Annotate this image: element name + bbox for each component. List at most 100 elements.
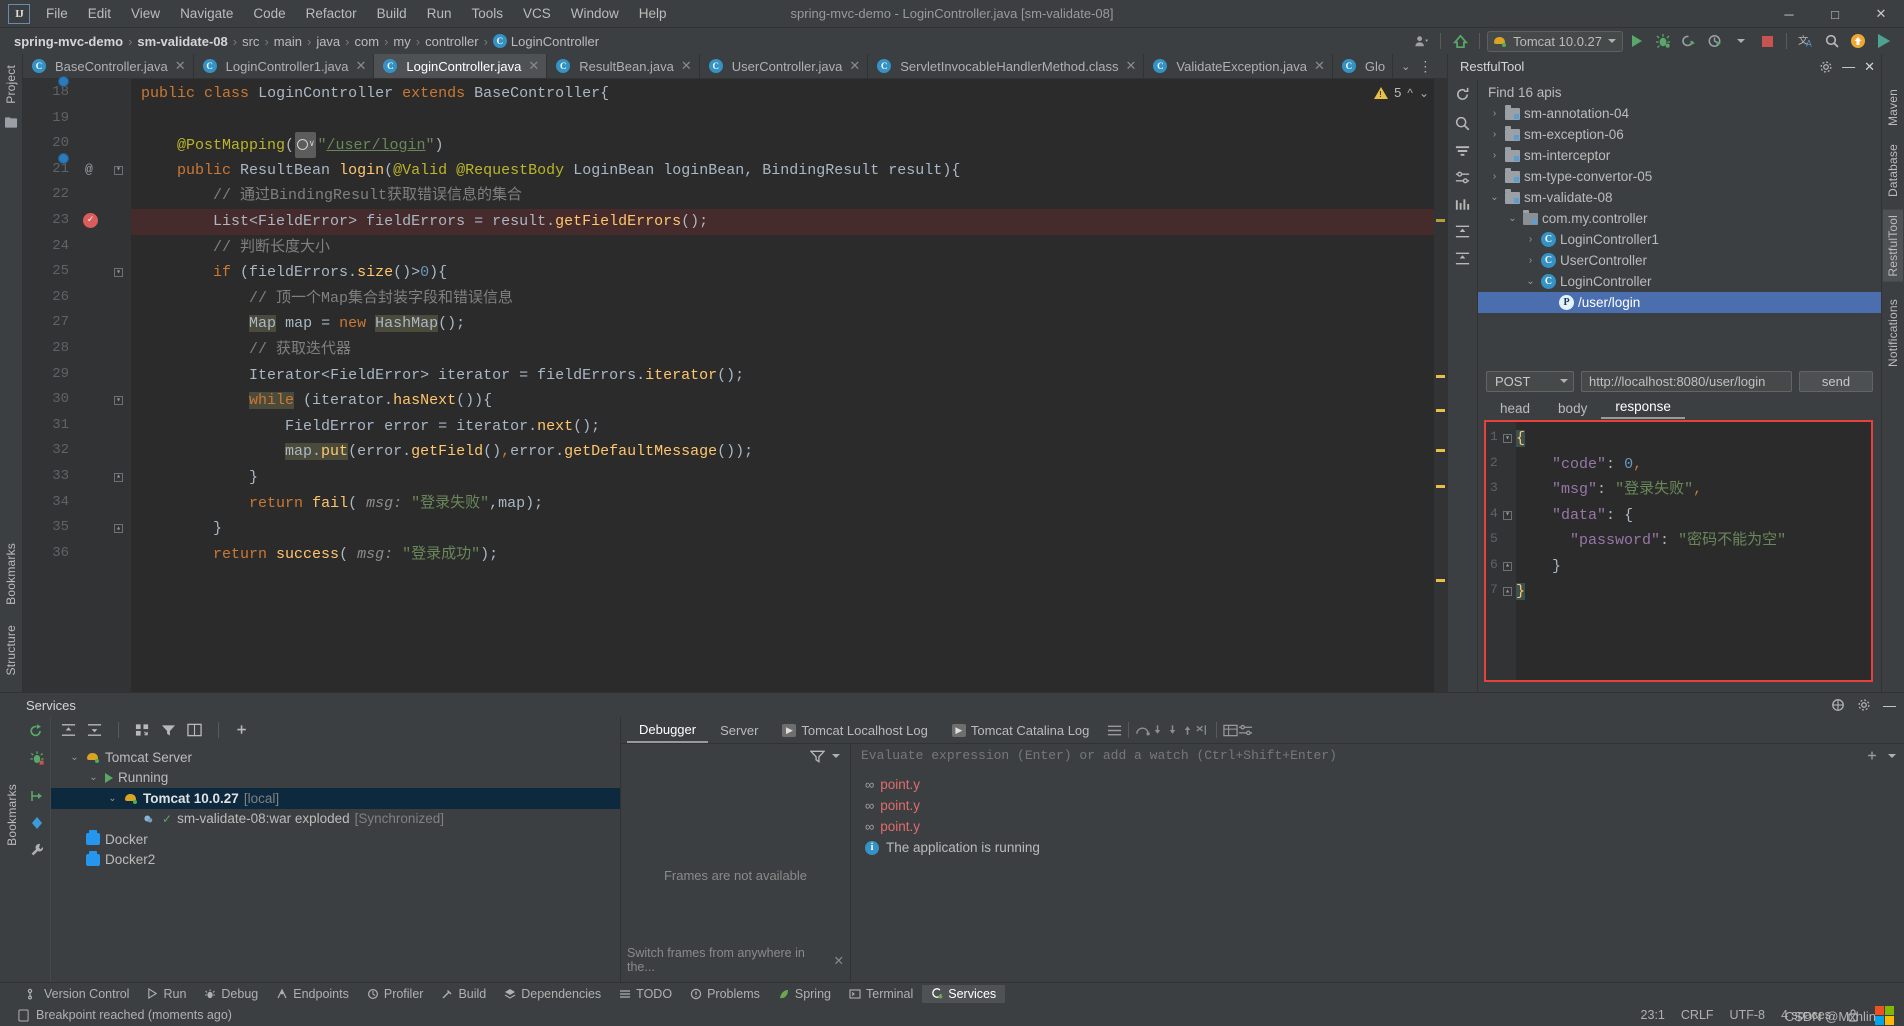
- toolwindow-terminal[interactable]: Terminal: [840, 985, 922, 1003]
- gutter-line[interactable]: 19: [23, 107, 131, 133]
- tab-response[interactable]: response: [1601, 397, 1685, 419]
- service-tree-row[interactable]: Docker2: [51, 850, 620, 871]
- response-json-line[interactable]: {: [1516, 426, 1871, 452]
- stripe-warning[interactable]: [1436, 375, 1445, 378]
- gutter-line[interactable]: 20: [23, 132, 131, 158]
- tree-expand-arrow[interactable]: ›: [1488, 108, 1501, 119]
- menu-lines-icon[interactable]: [1107, 724, 1122, 737]
- code-line[interactable]: return success( msg: "登录成功");: [131, 542, 1447, 568]
- gear-icon[interactable]: [1857, 698, 1871, 712]
- gutter-line[interactable]: 33 ▴: [23, 465, 131, 491]
- expand-all-icon[interactable]: [1454, 224, 1471, 239]
- fold-handle-icon[interactable]: ▴: [114, 472, 123, 482]
- code-line[interactable]: Iterator<FieldError> iterator = fieldErr…: [131, 363, 1447, 389]
- close-icon[interactable]: ✕: [175, 58, 186, 74]
- sidebar-item-notifications[interactable]: Notifications: [1883, 294, 1903, 372]
- project-folder-icon[interactable]: [4, 117, 18, 129]
- search-everywhere-icon[interactable]: [1820, 30, 1844, 52]
- response-json-line[interactable]: "msg": "登录失败",: [1516, 477, 1871, 503]
- toolwindow-todo[interactable]: TODO: [610, 985, 681, 1003]
- code-line[interactable]: public ResultBean login(@Valid @RequestB…: [131, 158, 1447, 184]
- code-line[interactable]: FieldError error = iterator.next();: [131, 414, 1447, 440]
- tree-expand-arrow[interactable]: ›: [1524, 255, 1537, 266]
- code-line[interactable]: // 判断长度大小: [131, 235, 1447, 261]
- tab-tomcat-localhost-log[interactable]: ▶ Tomcat Localhost Log: [770, 719, 939, 742]
- gutter-line[interactable]: 31: [23, 414, 131, 440]
- breadcrumb-item-java[interactable]: java: [312, 34, 344, 49]
- menu-file[interactable]: File: [36, 3, 78, 24]
- stripe-warning[interactable]: [1436, 449, 1445, 452]
- api-tree-row[interactable]: › sm-type-convertor-05: [1478, 166, 1881, 187]
- force-step-into-icon[interactable]: [1165, 724, 1180, 737]
- gutter-line[interactable]: 29: [23, 363, 131, 389]
- gutter-line[interactable]: 26: [23, 286, 131, 312]
- filter-icon[interactable]: [1454, 144, 1471, 158]
- service-tree-row[interactable]: ⌄ Tomcat Server: [51, 747, 620, 768]
- code-line[interactable]: @PostMapping(∨ "/user/login"): [131, 132, 1447, 158]
- response-json-line[interactable]: }: [1516, 554, 1871, 580]
- show-options-icon[interactable]: [187, 723, 202, 737]
- gutter-line[interactable]: 25 ▾: [23, 260, 131, 286]
- send-button[interactable]: send: [1799, 370, 1873, 392]
- annotation-marker-icon[interactable]: @: [85, 162, 93, 177]
- close-button[interactable]: ✕: [1858, 0, 1904, 28]
- service-tree-row[interactable]: ✓ sm-validate-08:war exploded [Synchronize…: [51, 809, 620, 830]
- gutter-line[interactable]: 23 ✓: [23, 209, 131, 235]
- stripe-warning[interactable]: [1436, 579, 1445, 582]
- code-line[interactable]: // 顶一个Map集合封装字段和错误信息: [131, 286, 1447, 312]
- tree-expand-arrow[interactable]: ›: [1524, 234, 1537, 245]
- minimize-icon[interactable]: —: [1883, 698, 1896, 713]
- code-line[interactable]: if (fieldErrors.size()>0){: [131, 260, 1447, 286]
- api-tree-row[interactable]: ⌄ com.my.controller: [1478, 208, 1881, 229]
- watch-row[interactable]: ∞ point.y: [865, 795, 1904, 816]
- tab-body[interactable]: body: [1544, 399, 1601, 419]
- menu-window[interactable]: Window: [561, 3, 629, 24]
- stripe-warning[interactable]: [1436, 485, 1445, 488]
- editor-tab-basecontroller[interactable]: C BaseController.java ✕: [23, 54, 194, 78]
- gutter-line[interactable]: 22: [23, 183, 131, 209]
- close-icon[interactable]: ✕: [1864, 59, 1875, 75]
- code-line[interactable]: }: [131, 516, 1447, 542]
- gutter-line[interactable]: 27: [23, 311, 131, 337]
- gutter-line[interactable]: 35 ▴: [23, 516, 131, 542]
- sidebar-item-bookmarks[interactable]: Bookmarks: [1, 538, 21, 610]
- group-icon[interactable]: [135, 723, 150, 737]
- edit-configurations-icon[interactable]: [29, 815, 45, 831]
- code-line[interactable]: // 通过BindingResult获取错误信息的集合: [131, 183, 1447, 209]
- api-tree-row[interactable]: › sm-annotation-04: [1478, 103, 1881, 124]
- breadcrumb-item-controller[interactable]: controller: [421, 34, 482, 49]
- close-icon[interactable]: ✕: [681, 58, 692, 74]
- step-out-icon[interactable]: [1180, 724, 1195, 737]
- api-tree[interactable]: Find 16 apis › sm-annotation-04 › sm-excepti…: [1478, 79, 1881, 365]
- api-tree-row[interactable]: › sm-interceptor: [1478, 145, 1881, 166]
- fold-handle-icon[interactable]: ▴: [114, 524, 123, 534]
- tree-expand-arrow[interactable]: ⌄: [1488, 192, 1501, 203]
- menu-tools[interactable]: Tools: [461, 3, 513, 24]
- code-line[interactable]: // 获取迭代器: [131, 337, 1447, 363]
- layout-settings-icon[interactable]: [1831, 698, 1845, 712]
- chevron-down-icon[interactable]: [832, 753, 840, 758]
- rerun-icon[interactable]: [29, 723, 45, 739]
- evaluate-expression-input[interactable]: Evaluate expression (Enter) or add a wat…: [851, 744, 1904, 768]
- minimize-button[interactable]: ─: [1766, 0, 1812, 28]
- menu-run[interactable]: Run: [417, 3, 462, 24]
- rerun-button[interactable]: [1677, 30, 1701, 52]
- api-tree-row[interactable]: › sm-exception-06: [1478, 124, 1881, 145]
- breakpoint-icon[interactable]: ✓: [83, 212, 98, 228]
- response-json[interactable]: { "code": 0, "msg": "登录失败", "data": { "p…: [1516, 422, 1871, 680]
- chevron-down-icon[interactable]: [1888, 753, 1896, 758]
- tree-expand-arrow[interactable]: ›: [1488, 129, 1501, 140]
- code-line[interactable]: return fail( msg: "登录失败",map);: [131, 491, 1447, 517]
- tree-expand-arrow[interactable]: ⌄: [1506, 213, 1519, 224]
- breadcrumb-item-class[interactable]: C LoginController: [489, 34, 603, 49]
- code-line[interactable]: map.put(error.getField(),error.getDefaul…: [131, 439, 1447, 465]
- step-into-icon[interactable]: [1150, 724, 1165, 737]
- tab-debugger[interactable]: Debugger: [627, 718, 709, 743]
- chevron-down-icon[interactable]: ⌄: [1401, 60, 1410, 73]
- deploy-icon[interactable]: [29, 788, 45, 804]
- breadcrumb-item-com[interactable]: com: [351, 34, 384, 49]
- add-watch-icon[interactable]: [1865, 749, 1879, 762]
- code-line[interactable]: List<FieldError> fieldErrors = result.ge…: [131, 208, 1447, 235]
- gear-icon[interactable]: [1819, 60, 1833, 74]
- response-viewer[interactable]: 1 ▾ 2 3 4 ▾ 5 6 ▴ 7 ▴ { "code": 0, "msg": "登录失败", …: [1484, 420, 1873, 682]
